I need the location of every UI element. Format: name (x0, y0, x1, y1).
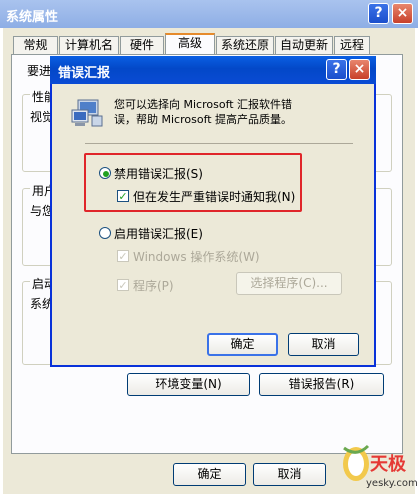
dialog-close-button[interactable]: × (349, 59, 370, 80)
environment-variables-button[interactable]: 环境变量(N) (127, 373, 250, 396)
dialog-divider (85, 143, 353, 144)
outer-cancel-button[interactable]: 取消 (253, 463, 326, 486)
outer-title-bar: 系统属性 ? × (0, 0, 418, 28)
programs-checkbox[interactable]: ✓ (117, 279, 129, 291)
intro-text-partial: 要进 (27, 62, 52, 79)
outer-close-button[interactable]: × (392, 3, 413, 24)
yesky-logo: 天极 yesky.com (338, 440, 418, 492)
dialog-ok-button[interactable]: 确定 (207, 333, 278, 356)
disable-reporting-label[interactable]: 禁用错误汇报(S) (114, 165, 203, 182)
outer-ok-button[interactable]: 确定 (173, 463, 246, 486)
programs-label[interactable]: 程序(P) (133, 277, 174, 294)
tab-remote[interactable]: 远程 (334, 36, 370, 54)
dialog-title: 错误汇报 (58, 66, 111, 81)
disable-reporting-radio[interactable] (99, 167, 111, 179)
tab-advanced[interactable]: 高级 (165, 33, 215, 55)
dialog-description: 您可以选择向 Microsoft 汇报软件错误，帮助 Microsoft 提高产… (114, 98, 293, 126)
tab-auto-update[interactable]: 自动更新 (275, 36, 333, 54)
outer-help-button[interactable]: ? (368, 3, 389, 24)
choose-programs-button[interactable]: 选择程序(C)... (236, 272, 342, 295)
dialog-title-bar: 错误汇报 ? × (50, 56, 376, 84)
yesky-site-text: yesky.com (366, 478, 418, 489)
tab-hardware[interactable]: 硬件 (120, 36, 164, 54)
tab-general[interactable]: 常规 (13, 36, 58, 54)
tab-system-restore[interactable]: 系统还原 (216, 36, 274, 54)
notify-critical-checkbox[interactable]: ✓ (117, 190, 129, 202)
enable-reporting-radio[interactable] (99, 227, 111, 239)
svg-text:天极: 天极 (370, 454, 407, 475)
tab-computer-name[interactable]: 计算机名 (59, 36, 119, 54)
windows-os-label[interactable]: Windows 操作系统(W) (133, 248, 260, 265)
notify-critical-label[interactable]: 但在发生严重错误时通知我(N) (133, 188, 295, 205)
dialog-cancel-button[interactable]: 取消 (288, 333, 359, 356)
computer-network-icon (70, 98, 104, 130)
enable-reporting-label[interactable]: 启用错误汇报(E) (114, 225, 203, 242)
windows-os-checkbox[interactable]: ✓ (117, 250, 129, 262)
dialog-help-button[interactable]: ? (326, 59, 347, 80)
outer-window-title: 系统属性 (6, 10, 59, 25)
error-report-button[interactable]: 错误报告(R) (259, 373, 384, 396)
